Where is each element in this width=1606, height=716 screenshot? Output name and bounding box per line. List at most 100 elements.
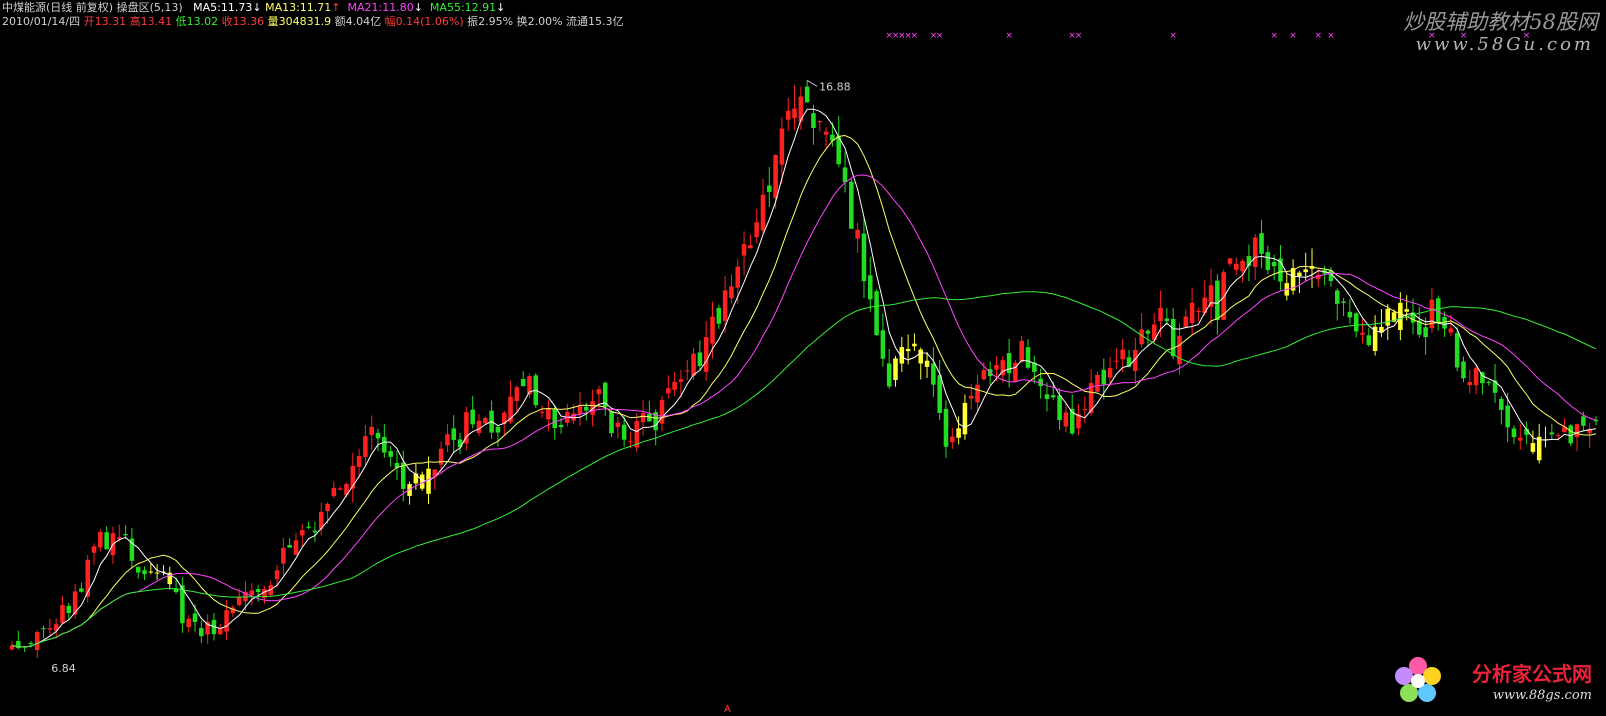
candle-body (1063, 412, 1069, 427)
candle-body (445, 434, 450, 446)
candle-body (483, 417, 488, 424)
header-seg: 换2.00% (516, 15, 567, 28)
candle-body (867, 275, 873, 300)
candle-body (1404, 309, 1409, 312)
candle-body (716, 307, 722, 324)
candle-body (1051, 395, 1056, 398)
candle-body (943, 408, 949, 447)
candle-body (1555, 434, 1561, 436)
logo-text: 分析家公式网 (1472, 662, 1592, 686)
flower-logo-icon (1395, 657, 1441, 702)
candle-body (552, 409, 557, 429)
watermark-url: www.58Gu.com (1415, 34, 1594, 55)
ma5-line (11, 108, 1597, 648)
candle-body (123, 534, 128, 536)
candle-body (823, 131, 829, 135)
candle-body (703, 337, 709, 372)
candle-body (1499, 398, 1504, 410)
candle-body (1448, 328, 1454, 333)
candle-body (1334, 290, 1340, 304)
candle-body (413, 473, 419, 484)
candle-body (1467, 382, 1473, 386)
candle-body (1574, 424, 1580, 438)
candle-body (142, 570, 147, 575)
candle-body (1517, 437, 1523, 441)
candle-body (1385, 308, 1391, 326)
high-pointer (806, 79, 818, 87)
candle-body (186, 618, 191, 628)
candle-body (861, 233, 867, 282)
candle-body (767, 185, 772, 192)
candle-body (1423, 327, 1428, 338)
header-seg: 开13.31 (83, 15, 130, 28)
chart-labels: 16.88 6.84 A (51, 79, 851, 715)
candle-body (1297, 272, 1302, 277)
candle-body (1227, 258, 1233, 264)
candle-body (293, 540, 299, 555)
candle-body (975, 384, 980, 403)
candle-body (363, 436, 368, 458)
candle-body (1435, 298, 1441, 323)
candle-body (849, 181, 854, 229)
candle-body (1164, 318, 1170, 322)
top-marker: × (1270, 31, 1278, 41)
header-seg: MA5:11.73 (182, 1, 253, 14)
moving-averages (11, 108, 1597, 648)
candle-body (754, 222, 759, 237)
candle-body (495, 426, 501, 433)
candle-body (1259, 233, 1264, 254)
candle-body (905, 348, 911, 352)
candle-body (476, 420, 482, 434)
logo-url: www.88gs.com (1492, 688, 1592, 703)
candle-body (312, 530, 318, 533)
header-seg: 收13.36 (221, 15, 268, 28)
header-seg: MA55:12.91 (422, 1, 497, 14)
candle-body (817, 121, 823, 123)
candle-body (1101, 369, 1107, 385)
candle-body (1341, 301, 1346, 303)
candle-body (1303, 269, 1308, 273)
candle-body (931, 363, 936, 385)
candle-body (571, 413, 576, 421)
kline-chart[interactable]: ××××× ×× × ×× × × × × × × × × 16.886.84A (0, 0, 1606, 716)
candle-body (1019, 340, 1024, 362)
candle-body (937, 375, 942, 413)
candle-body (375, 432, 381, 439)
candle-body (1536, 436, 1542, 461)
top-marker: × (1075, 31, 1083, 41)
candle-body (621, 424, 627, 440)
candle-body (1057, 395, 1062, 421)
candle-body (924, 360, 930, 367)
candle-body (1486, 381, 1491, 383)
candle-body (1145, 330, 1151, 334)
candle-body (1044, 394, 1050, 400)
candle-body (148, 571, 154, 573)
candle-body (994, 365, 999, 370)
candle-body (66, 605, 72, 614)
candle-body (1347, 311, 1353, 318)
bottom-mark: A (724, 704, 731, 715)
candle-body (1271, 261, 1277, 267)
candle-body (1006, 353, 1012, 374)
candle-body (470, 409, 475, 425)
top-marker: × (1289, 31, 1297, 41)
candle-body (1492, 380, 1498, 393)
candle-body (596, 389, 602, 395)
top-marker: × (1327, 31, 1335, 41)
candle-body (1025, 347, 1031, 368)
candle-body (672, 381, 677, 390)
candle-body (1511, 428, 1517, 438)
site-logo: 分析家公式网 www.88gs.com (1392, 650, 1592, 710)
candle-body (1196, 311, 1201, 313)
candle-body (438, 448, 444, 465)
candle-body (1505, 405, 1510, 428)
candle-body (300, 529, 305, 536)
candle-body (779, 128, 785, 165)
candle-body (1360, 332, 1365, 335)
candle-body (249, 590, 255, 595)
candle-body (773, 155, 778, 199)
candle-body (956, 428, 961, 438)
candle-body (98, 532, 103, 548)
header-seg: ↑ (331, 1, 341, 14)
candle-body (678, 379, 684, 382)
